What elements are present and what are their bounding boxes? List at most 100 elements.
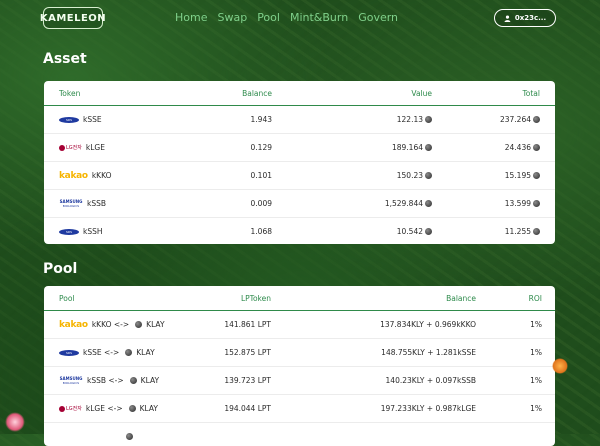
klay-coin-icon [129,377,137,384]
header-value: Value [411,88,432,98]
klay-coin-icon [533,228,540,235]
pool-lptoken: 194.044 LPT [224,404,271,413]
token-balance: 0.009 [250,199,272,208]
kakao-logo: kakao [59,319,88,330]
header-balance: Balance [242,88,272,98]
token-value: 150.23 [396,171,423,180]
nav-swap[interactable]: Swap [217,11,247,24]
pool-pair-right: KLAY [146,320,165,329]
header-roi: ROI [528,293,542,303]
token-symbol: kLGE [85,143,105,152]
pool-table-header: Pool LPToken Balance ROI [44,286,555,311]
samsung-sds-logo: SDS [59,349,79,356]
pool-roi: 1% [530,404,542,413]
table-row[interactable]: SDS kSSH 1.068 10.542 11.255 [44,218,555,244]
klay-coin-icon [126,433,133,440]
flower-decoration [5,412,25,432]
pool-pair-left: kSSE <-> [83,348,120,357]
token-value: 1,529.844 [384,199,423,208]
token-balance: 0.129 [250,143,272,152]
table-row[interactable]: LG전자 kLGE <-> KLAY 194.044 LPT 197.233KL… [44,395,555,423]
top-nav: KAMELEON Home Swap Pool Mint&Burn Govern… [0,0,600,36]
klay-coin-icon [533,116,540,123]
token-symbol: kSSE [83,115,102,124]
token-symbol: kKKO [91,171,112,180]
table-row[interactable]: SAMSUNG BIOLOGICS kSSB 0.009 1,529.844 13… [44,190,555,218]
token-symbol: kSSB [87,199,107,208]
kakao-logo: kakao [59,170,88,181]
klay-coin-icon [135,321,143,328]
table-row[interactable]: LG전자 kLGE 0.129 189.164 24.436 [44,134,555,162]
lg-electronics-logo: LG전자 [59,405,82,412]
klay-coin-icon [425,172,432,179]
asset-title: Asset [43,51,87,67]
user-icon [504,14,511,22]
pool-roi: 1% [530,320,542,329]
pool-roi: 1% [530,348,542,357]
pool-pair-right: KLAY [139,404,159,413]
klay-coin-icon [533,172,540,179]
pool-table: Pool LPToken Balance ROI kakao kKKO <-> … [44,286,555,446]
klay-coin-icon [425,144,432,151]
nav-mint-burn[interactable]: Mint&Burn [290,11,348,24]
table-row[interactable]: SAMSUNG BIOLOGICS kSSB <-> KLAY 139.723 L… [44,367,555,395]
token-symbol: kSSH [83,227,103,236]
pool-pair-left: kSSB <-> [87,376,124,385]
samsung-biologics-logo: SAMSUNG BIOLOGICS [59,198,83,208]
pool-title: Pool [43,261,78,277]
pool-pair-right: KLAY [136,348,155,357]
pool-pair-right: KLAY [140,376,160,385]
klay-coin-icon [128,405,136,412]
pool-lptoken: 141.861 LPT [224,320,271,329]
pool-pair-left: kKKO <-> [91,320,130,329]
pool-lptoken: 139.723 LPT [224,376,271,385]
flower-decoration [552,358,568,374]
asset-table: Token Balance Value Total SDS kSSE 1.943… [44,81,555,244]
header-pool: Pool [59,293,75,303]
wallet-address: 0x23c... [514,14,547,22]
pool-balance: 148.755KLY + 1.281kSSE [381,348,476,357]
token-balance: 1.943 [250,115,272,124]
header-pool-balance: Balance [446,293,476,303]
nav-links: Home Swap Pool Mint&Burn Govern [175,11,398,24]
header-total: Total [522,88,540,98]
token-value: 10.542 [396,227,423,236]
token-total: 13.599 [504,199,531,208]
asset-table-header: Token Balance Value Total [44,81,555,106]
klay-coin-icon [533,144,540,151]
token-value: 122.13 [396,115,423,124]
pool-balance: 197.233KLY + 0.987kLGE [380,404,476,413]
klay-coin-icon [125,349,133,356]
token-balance: 1.068 [250,227,272,236]
nav-pool[interactable]: Pool [257,11,280,24]
table-row[interactable]: SDS kSSE <-> KLAY 152.875 LPT 148.755KLY… [44,339,555,367]
samsung-sds-logo: SDS [59,116,79,123]
token-total: 15.195 [504,171,531,180]
token-balance: 0.101 [250,171,272,180]
klay-coin-icon [533,200,540,207]
header-lptoken: LPToken [240,293,271,303]
token-total: 24.436 [504,143,531,152]
klay-coin-icon [425,116,432,123]
klay-coin-icon [425,228,432,235]
token-total: 237.264 [499,115,531,124]
wallet-button[interactable]: 0x23c... [494,9,556,27]
table-row[interactable]: kakao kKKO <-> KLAY 141.861 LPT 137.834K… [44,311,555,339]
pool-balance: 140.23KLY + 0.097kSSB [385,376,476,385]
lg-electronics-logo: LG전자 [59,144,82,151]
header-token: Token [59,88,81,98]
nav-govern[interactable]: Govern [358,11,398,24]
klay-coin-icon [425,200,432,207]
token-total: 11.255 [504,227,531,236]
pool-roi: 1% [530,376,542,385]
table-row[interactable]: SDS kSSE 1.943 122.13 237.264 [44,106,555,134]
kameleon-logo[interactable]: KAMELEON [40,7,106,29]
nav-home[interactable]: Home [175,11,207,24]
token-value: 189.164 [391,143,423,152]
samsung-biologics-logo: SAMSUNG BIOLOGICS [59,375,83,385]
table-row[interactable]: kakao kKKO 0.101 150.23 15.195 [44,162,555,190]
pool-pair-left: kLGE <-> [85,404,123,413]
table-row-partial[interactable] [44,423,555,446]
pool-balance: 137.834KLY + 0.969kKKO [380,320,476,329]
pool-lptoken: 152.875 LPT [224,348,271,357]
